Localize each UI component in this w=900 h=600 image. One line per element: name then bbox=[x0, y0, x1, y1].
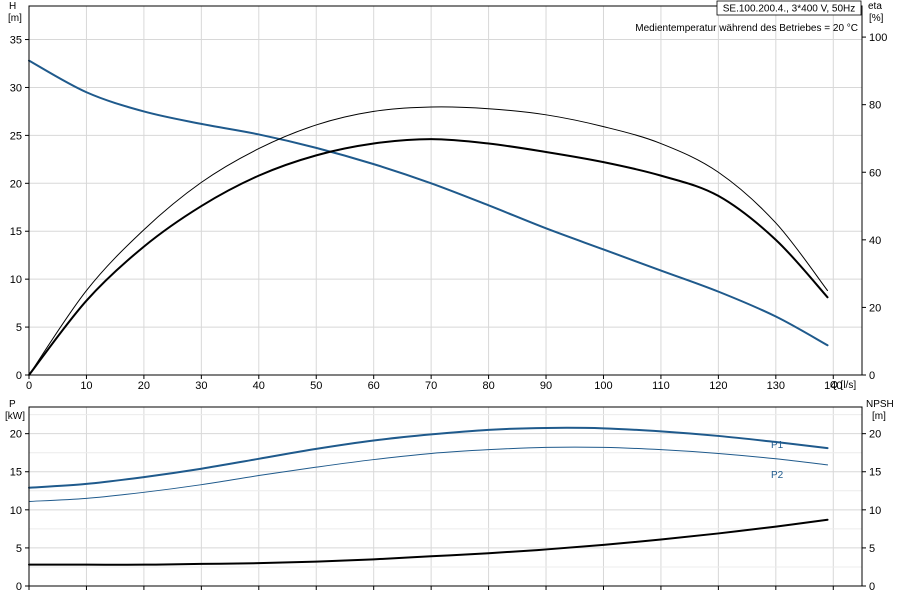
chart-annotation: Medientemperatur während des Betriebes =… bbox=[635, 23, 858, 34]
tick-label-right: 60 bbox=[869, 167, 881, 179]
tick-label-right: 20 bbox=[869, 302, 881, 314]
eta-axis-unit: [%] bbox=[869, 13, 884, 24]
top-series bbox=[28, 59, 829, 376]
top-plot-frame bbox=[28, 5, 863, 376]
tick-label-left: 35 bbox=[10, 35, 22, 47]
tick-label-left: 20 bbox=[10, 429, 22, 441]
bottom-ticks: 0 5 10 15 20 0 5 10 15 20 bbox=[10, 429, 882, 593]
tick-label-left: 5 bbox=[16, 322, 22, 334]
pump-performance-chart: 051015202530350204060801000 10 20 30 40 50 60 7… bbox=[5, 0, 894, 593]
series-label-p1: P1 bbox=[771, 440, 784, 451]
tick-label-right: 100 bbox=[869, 32, 887, 44]
tick-label-bottom: 70 bbox=[425, 380, 437, 392]
tick-label-bottom: 40 bbox=[253, 380, 265, 392]
tick-label-bottom: 130 bbox=[767, 380, 785, 392]
power-axis-unit: [kW] bbox=[5, 411, 25, 422]
tick-label-left: 20 bbox=[10, 178, 22, 190]
tick-label-bottom: 80 bbox=[482, 380, 494, 392]
tick-label-bottom: 0 bbox=[26, 380, 32, 392]
tick-label-left: 30 bbox=[10, 82, 22, 94]
tick-label-left: 15 bbox=[10, 467, 22, 479]
tick-label-right: 20 bbox=[869, 429, 881, 441]
head-efficiency-panel: 0 5 10 15 20 25 30 35 0 20 40 60 80 100 0 10 20 30 40 50 60 7… bbox=[10, 5, 888, 392]
chart-title: SE.100.200.4., 3*400 V, 50Hz bbox=[723, 4, 856, 15]
tick-label-bottom: 20 bbox=[138, 380, 150, 392]
series-line-eta_thin bbox=[28, 106, 829, 376]
tick-label-left: 0 bbox=[16, 370, 22, 382]
tick-label-right: 40 bbox=[869, 235, 881, 247]
flow-axis-label: Q [l/s] bbox=[830, 380, 856, 391]
tick-label-right: 10 bbox=[869, 505, 881, 517]
series-line-head bbox=[28, 59, 829, 347]
tick-label-left: 15 bbox=[10, 226, 22, 238]
tick-label-bottom: 60 bbox=[368, 380, 380, 392]
series-line-npsh bbox=[28, 518, 829, 566]
npsh-axis-unit: [m] bbox=[872, 411, 886, 422]
eta-axis-label: eta bbox=[868, 1, 882, 12]
tick-label-right: 80 bbox=[869, 100, 881, 112]
tick-label-left: 25 bbox=[10, 130, 22, 142]
tick-label-right: 15 bbox=[869, 467, 881, 479]
top-grid bbox=[29, 6, 862, 375]
top-ticks: 0 5 10 15 20 25 30 35 0 20 40 60 80 100 0 10 20 30 40 50 60 7… bbox=[10, 32, 888, 392]
series-line-p1 bbox=[28, 426, 829, 489]
tick-label-left: 10 bbox=[10, 274, 22, 286]
tick-label-bottom: 120 bbox=[709, 380, 727, 392]
tick-label-right: 0 bbox=[869, 370, 875, 382]
tick-label-bottom: 110 bbox=[652, 380, 670, 392]
power-npsh-panel: 0 5 10 15 20 0 5 10 15 20 bbox=[10, 406, 882, 593]
tick-label-right: 0 bbox=[869, 581, 875, 593]
tick-label-left: 10 bbox=[10, 505, 22, 517]
npsh-axis-label: NPSH bbox=[866, 399, 894, 410]
head-axis-unit: [m] bbox=[8, 13, 22, 24]
series-line-p2 bbox=[28, 446, 829, 502]
series-label-p2: P2 bbox=[771, 470, 784, 481]
bottom-series bbox=[28, 426, 829, 566]
tick-label-left: 5 bbox=[16, 543, 22, 555]
series-line-eta_thick bbox=[28, 138, 829, 376]
head-axis-label: H bbox=[9, 1, 16, 12]
tick-label-left: 0 bbox=[16, 581, 22, 593]
tick-label-bottom: 100 bbox=[594, 380, 612, 392]
tick-label-bottom: 10 bbox=[80, 380, 92, 392]
tick-label-right: 5 bbox=[869, 543, 875, 555]
tick-label-bottom: 50 bbox=[310, 380, 322, 392]
tick-label-bottom: 90 bbox=[540, 380, 552, 392]
tick-label-bottom: 30 bbox=[195, 380, 207, 392]
power-axis-label: P bbox=[9, 399, 16, 410]
